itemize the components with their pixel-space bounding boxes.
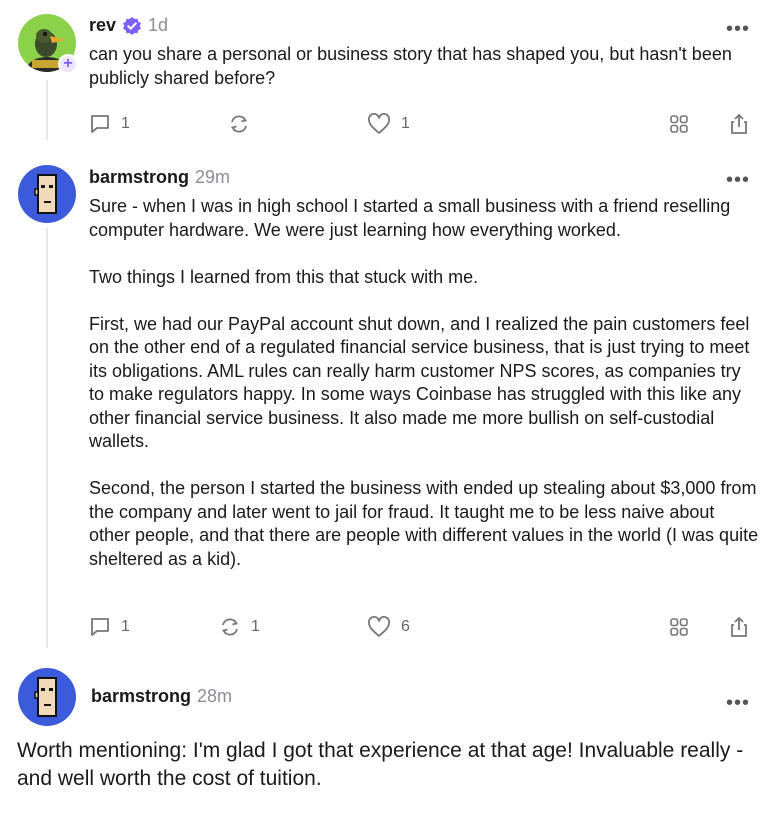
like-count: 1 (401, 115, 410, 132)
post-time: 1d (148, 15, 169, 35)
grid-icon (670, 115, 688, 133)
like-count: 6 (401, 618, 410, 635)
share-button[interactable] (728, 113, 750, 135)
verified-badge-icon (123, 16, 142, 35)
comment-count: 1 (121, 618, 130, 635)
repost-button[interactable]: 1 (219, 616, 260, 638)
thread-connector-line (46, 228, 48, 648)
comment-count: 1 (121, 115, 130, 132)
repost-button[interactable] (228, 113, 250, 135)
post-text: Sure - when I was in high school I start… (89, 196, 759, 569)
more-options-icon[interactable]: ••• (726, 19, 750, 39)
repost-count: 1 (251, 618, 260, 635)
heart-icon (368, 113, 390, 134)
comment-button[interactable]: 1 (89, 113, 130, 135)
post-actions: 1 1 (0, 113, 773, 139)
pixel-avatar-image (18, 668, 76, 726)
follow-plus-icon[interactable]: + (58, 54, 78, 74)
pixel-avatar-image (18, 165, 76, 223)
share-icon (731, 616, 747, 637)
more-options-icon[interactable]: ••• (726, 693, 750, 713)
heart-icon (368, 616, 390, 637)
post-header: barmstrong 29m (89, 167, 230, 188)
post-header: barmstrong 28m (91, 686, 232, 707)
comment-button[interactable]: 1 (89, 616, 130, 638)
avatar-barmstrong[interactable] (18, 165, 76, 223)
username[interactable]: rev (89, 15, 116, 36)
post-actions: 1 1 6 (0, 616, 773, 642)
post-header: rev 1d (89, 15, 168, 36)
like-button[interactable]: 1 (367, 113, 410, 135)
username[interactable]: barmstrong (89, 167, 189, 188)
more-options-icon[interactable]: ••• (726, 170, 750, 190)
post-text: Worth mentioning: I'm glad I got that ex… (17, 739, 750, 790)
repost-icon (221, 618, 239, 636)
username[interactable]: barmstrong (91, 686, 191, 707)
share-icon (731, 113, 747, 134)
like-button[interactable]: 6 (367, 616, 410, 638)
comment-icon (91, 618, 109, 636)
post-text: can you share a personal or business sto… (89, 44, 737, 88)
avatar-barmstrong[interactable] (18, 668, 76, 726)
grid-icon (670, 618, 688, 636)
post-time: 28m (197, 686, 233, 706)
comment-icon (91, 115, 109, 133)
save-button[interactable] (668, 616, 690, 638)
save-button[interactable] (668, 113, 690, 135)
repost-icon (230, 115, 248, 133)
share-button[interactable] (728, 616, 750, 638)
post-time: 29m (195, 167, 231, 187)
